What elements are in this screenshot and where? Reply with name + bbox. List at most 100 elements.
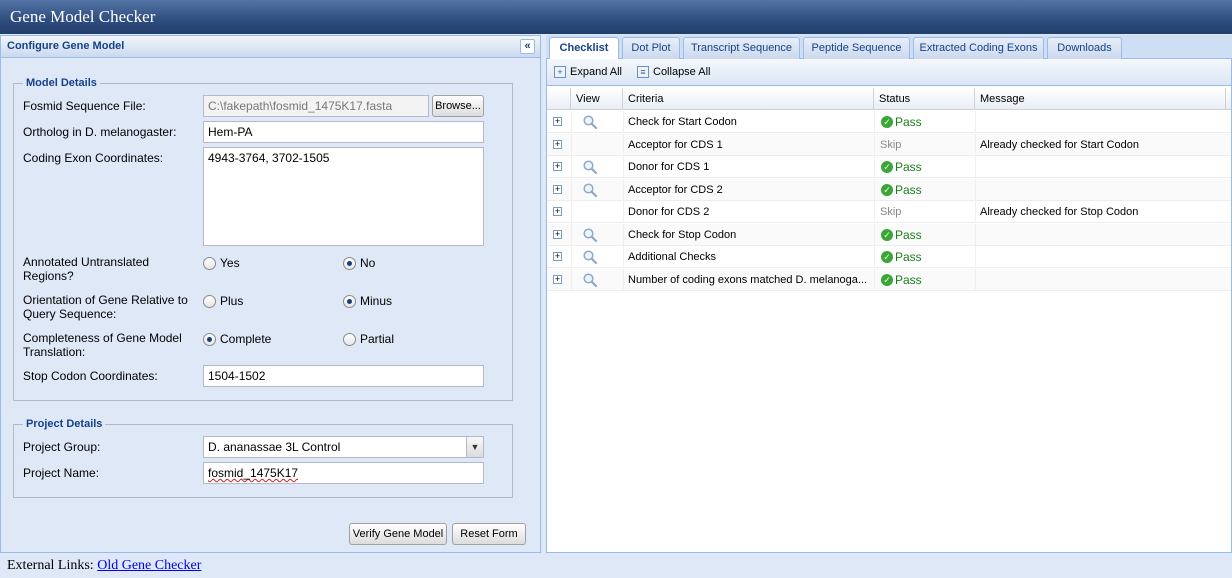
project-group-label: Project Group: [23,440,101,454]
orientation-plus-radio[interactable] [203,295,216,308]
panel-header: Configure Gene Model « [1,36,540,58]
criteria-cell: Donor for CDS 2 [628,206,710,218]
expand-row-icon[interactable]: + [553,274,562,284]
magnifier-icon[interactable] [582,227,598,243]
panel-title: Configure Gene Model [7,40,125,52]
message-cell: Already checked for Stop Codon [980,206,1139,218]
pass-check-icon: ✓ [881,116,893,128]
magnifier-icon[interactable] [582,249,598,265]
status-cell: Pass [895,250,922,264]
utr-no-radio[interactable] [343,257,356,270]
project-name-input[interactable]: fosmid_1475K17 [203,462,484,484]
utr-label: Annotated Untranslated Regions? [23,255,150,283]
expand-row-icon[interactable]: + [553,252,562,261]
column-header-criteria[interactable]: Criteria [623,88,874,110]
pass-check-icon: ✓ [881,251,893,263]
column-separator [975,156,976,178]
message-cell: Already checked for Start Codon [980,138,1139,151]
coding-exon-label: Coding Exon Coordinates: [23,151,164,165]
external-links: External Links: Old Gene Checker [7,558,201,574]
reset-form-button[interactable]: Reset Form [452,523,526,545]
tab-transcript-sequence[interactable]: Transcript Sequence [683,37,800,59]
column-separator [623,223,624,246]
collapse-panel-icon[interactable]: « [520,39,535,54]
status-cell: Skip [880,206,902,218]
column-separator [623,201,624,223]
chevron-down-icon[interactable]: ▼ [467,436,484,458]
project-name-value: fosmid_1475K17 [208,466,299,480]
table-row[interactable]: + Acceptor for CDS 1 Skip Already checked f… [547,133,1231,156]
ortholog-input[interactable]: Hem-PA [203,121,484,143]
status-cell: Pass [895,227,922,242]
column-separator [571,156,572,178]
expand-row-icon[interactable]: + [553,117,562,126]
message-cell [980,111,1225,133]
configure-gene-model-panel: Configure Gene Model « Model Details Fos… [0,35,541,553]
expand-all-button[interactable]: Expand All [570,66,622,79]
table-row[interactable]: + Check for Stop Codon ✓ Pass [547,223,1231,246]
criteria-cell: Check for Stop Codon [628,228,737,241]
stop-codon-input[interactable]: 1504-1502 [203,365,484,387]
tab-peptide-sequence[interactable]: Peptide Sequence [803,37,910,59]
completeness-partial-label: Partial [360,332,395,346]
tab-dot-plot[interactable]: Dot Plot [622,37,680,59]
column-separator [571,246,572,268]
tab-downloads[interactable]: Downloads [1047,37,1122,59]
status-cell: Pass [895,272,922,287]
utr-yes-radio[interactable] [203,257,216,270]
collapse-all-button[interactable]: Collapse All [653,66,710,79]
magnifier-icon[interactable] [582,114,598,130]
orientation-minus-label: Minus [360,294,393,308]
column-separator [874,223,875,246]
status-cell: Pass [895,182,922,197]
completeness-partial-radio[interactable] [343,333,356,346]
completeness-complete-label: Complete [220,332,272,346]
expand-row-icon[interactable]: + [553,229,562,239]
column-header-status[interactable]: Status [874,88,975,110]
expand-row-icon[interactable]: + [553,162,562,171]
table-row[interactable]: + Number of coding exons matched D. melan… [547,268,1231,291]
criteria-cell: Check for Start Codon [628,116,737,128]
old-gene-checker-link[interactable]: Old Gene Checker [97,558,201,573]
project-details-fieldset: Project Details [13,418,513,498]
app-title-bar: Gene Model Checker [0,0,1232,34]
orientation-minus-radio[interactable] [343,295,356,308]
project-group-select[interactable]: D. ananassae 3L Control [203,436,467,458]
column-separator [571,268,572,291]
column-separator [571,223,572,246]
verify-gene-model-button[interactable]: Verify Gene Model [349,523,447,545]
table-row[interactable]: + Donor for CDS 1 ✓ Pass [547,156,1231,178]
expand-row-icon[interactable]: + [553,139,562,149]
external-links-label: External Links: [7,558,94,573]
magnifier-icon[interactable] [582,182,598,198]
column-separator [874,201,875,223]
column-separator [874,133,875,156]
criteria-cell: Acceptor for CDS 2 [628,183,723,196]
expand-row-icon[interactable]: + [553,184,562,194]
table-row[interactable]: + Acceptor for CDS 2 ✓ Pass [547,178,1231,201]
column-header-view[interactable]: View [571,88,623,110]
magnifier-icon[interactable] [582,159,598,175]
column-separator [874,156,875,178]
message-cell [980,224,1225,246]
magnifier-icon[interactable] [582,272,598,288]
expand-row-icon[interactable]: + [553,207,562,216]
collapse-all-icon[interactable]: ≡ [637,66,649,78]
column-header-message[interactable]: Message [975,88,1226,110]
message-cell [980,246,1225,268]
column-separator [623,246,624,268]
column-separator [623,156,624,178]
tab-checklist[interactable]: Checklist [549,37,619,60]
coding-exon-textarea[interactable]: 4943-3764, 3702-1505 [203,147,484,246]
expand-all-icon[interactable]: + [554,66,566,78]
table-row[interactable]: + Donor for CDS 2 Skip Already checked for … [547,201,1231,223]
completeness-complete-radio[interactable] [203,333,216,346]
fosmid-file-input[interactable]: C:\fakepath\fosmid_1475K17.fasta [203,95,429,117]
table-row[interactable]: + Check for Start Codon ✓ Pass [547,111,1231,133]
tab-extracted-coding-exons[interactable]: Extracted Coding Exons [913,37,1044,59]
criteria-cell: Acceptor for CDS 1 [628,138,723,151]
tab-strip: Checklist Dot Plot Transcript Sequence P… [546,35,1232,60]
browse-button[interactable]: Browse... [432,95,484,117]
orientation-label: Orientation of Gene Relative to Query Se… [23,293,188,321]
table-row[interactable]: + Additional Checks ✓ Pass [547,246,1231,268]
